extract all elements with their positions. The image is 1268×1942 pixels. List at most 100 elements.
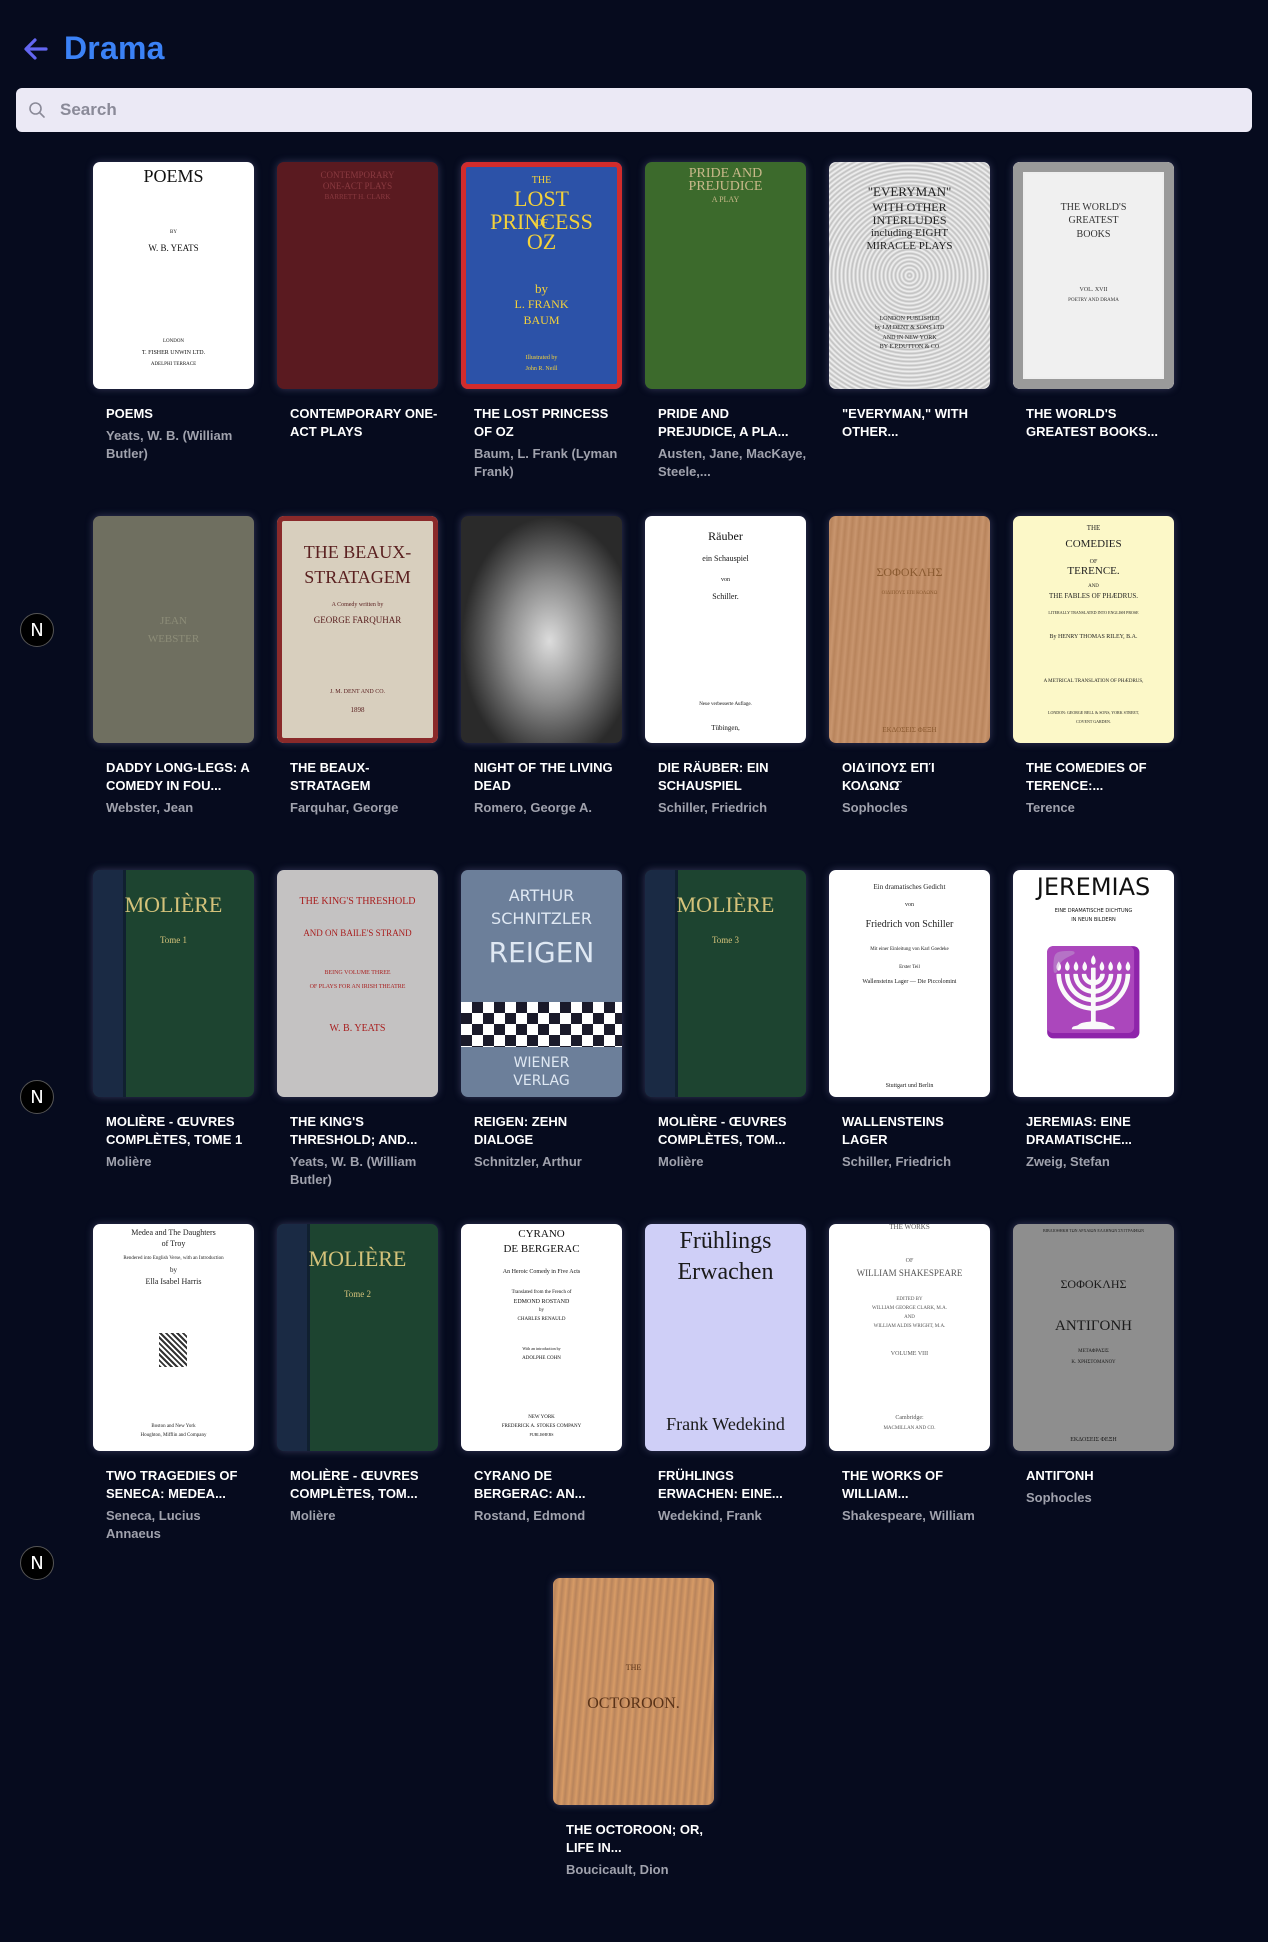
book-card[interactable]: ARTHUR SCHNITZLER REIGEN WIENER VERLAG REIGEN… (458, 870, 628, 1171)
book-card[interactable]: Räuber ein Schauspiel von Schiller. Neue ver… (642, 516, 812, 817)
search-bar[interactable] (16, 88, 1252, 132)
book-title: TWO TRAGEDIES OF SENECA: MEDEA... (106, 1468, 238, 1501)
book-card[interactable]: THE WORLD'S GREATEST BOOKS VOL. XVII POETRY … (1010, 162, 1180, 445)
book-card[interactable]: THE COMEDIES OF TERENCE. AND THE FABLES OF PH… (1010, 516, 1180, 817)
cover-text: THE KING'S THRESHOLD (299, 896, 416, 908)
cover-text: MACMILLAN AND CO. (883, 1426, 936, 1432)
book-author: Seneca, Lucius Annaeus (106, 1508, 201, 1541)
checker-pattern (461, 1001, 622, 1048)
book-card[interactable]: CONTEMPORARY ONE-ACT PLAYS BARRETT H. CLAR… (274, 162, 444, 445)
book-card[interactable]: JEAN WEBSTER DADDY LONG-LEGS: A COMEDY IN … (90, 516, 260, 817)
book-card[interactable]: PRIDE AND PREJUDICE A PLAY PRIDE AND PREJUD… (642, 162, 812, 481)
cover-text: WILLIAM SHAKESPEARE (856, 1268, 963, 1279)
book-card[interactable]: MOLIÈRE Tome 2 MOLIÈRE - ŒUVRES COMPLÈTES,… (274, 1224, 444, 1525)
cover-text: LITERALLY TRANSLATED INTO ENGLISH PROSE (1048, 610, 1139, 616)
book-card[interactable]: THE WORKS OF WILLIAM SHAKESPEARE EDITED BY W… (826, 1224, 996, 1525)
cover-text: Illustrated by (525, 354, 558, 361)
book-card[interactable]: THE LOST PRINCESS OF OZ by L. FRANK BAUM Illust… (458, 162, 628, 481)
cover-text: COMEDIES (1065, 537, 1122, 550)
book-card[interactable]: Frühlings Erwachen Frank Wedekind FRÜHLINGS… (642, 1224, 812, 1525)
book-card[interactable]: POEMS BY W. B. YEATS LONDON T. FISHER UNWIN … (90, 162, 260, 463)
book-card[interactable]: ΣΟΦΟΚΛΗΣ ΟΙΔΙΠΟΥΣ ΕΠΙ ΚΟΛΩΝΩ ΕΚΔΟΣΕΙΣ ΦΕΞΗ… (826, 516, 996, 817)
cover-text: WILLIAM GEORGE CLARK, M.A. (872, 1305, 947, 1311)
book-author: Molière (658, 1154, 704, 1169)
book-title: THE BEAUX-STRATAGEM (290, 760, 371, 793)
cover-text: DE BERGERAC (503, 1243, 580, 1256)
book-cover: MOLIÈRE Tome 1 (93, 870, 254, 1097)
book-card[interactable]: NIGHT OF THE LIVING DEAD Romero, George A… (458, 516, 628, 817)
book-author: Webster, Jean (106, 800, 194, 815)
book-title: CONTEMPORARY ONE-ACT PLAYS (290, 406, 438, 439)
cover-text: Schiller. (712, 592, 739, 602)
cover-text: ΒΙΒΛΙΟΘΗΚΗ ΤΩΝ ΑΡΧΑΙΩΝ ΕΛΛΗΝΩΝ ΣΥΓΓΡΑΦΕΩ… (1043, 1227, 1144, 1233)
book-card[interactable]: THE OCTOROON. THE OCTOROON; OR, LIFE IN...… (550, 1578, 720, 1879)
book-author: Shakespeare, William (842, 1508, 975, 1523)
book-card[interactable]: THE BEAUX- STRATAGEM A Comedy written by GE… (274, 516, 444, 817)
cover-text: ΣΟΦΟΚΛΗΣ (876, 564, 943, 579)
cover-text: WITH OTHER (872, 199, 947, 214)
n-badge-icon[interactable]: N (20, 613, 54, 647)
n-badge-icon[interactable]: N (20, 1546, 54, 1580)
cover-text: Mit einer Einleitung von Karl Goedeke (870, 947, 949, 953)
cover-text: THE (625, 1663, 642, 1673)
cover-text: by (535, 281, 548, 297)
cover-text: Tome 2 (343, 1288, 372, 1299)
cover-text: GEORGE FARQUHAR (313, 614, 402, 625)
book-card[interactable]: MOLIÈRE Tome 1 MOLIÈRE - ŒUVRES COMPLÈTES,… (90, 870, 260, 1171)
cover-text: ΑΝΤΙΓΟΝΗ (1055, 1318, 1132, 1335)
book-card[interactable]: CYRANO DE BERGERAC An Heroic Comedy in Fiv… (458, 1224, 628, 1525)
book-card[interactable]: Medea and The Daughters of Troy Rendered i… (90, 1224, 260, 1543)
cover-text: Räuber (708, 528, 743, 543)
book-cover: THE COMEDIES OF TERENCE. AND THE FABLES OF PH… (1013, 516, 1174, 743)
cover-text: Ein dramatisches Gedicht (873, 882, 946, 891)
cover-text: A Comedy written by (331, 602, 384, 609)
book-cover: THE BEAUX- STRATAGEM A Comedy written by GE… (277, 516, 438, 743)
cover-text: T. FISHER UNWIN LTD. (141, 350, 206, 357)
cover-text: INTERLUDES (872, 213, 947, 228)
book-card[interactable]: ΒΙΒΛΙΟΘΗΚΗ ΤΩΝ ΑΡΧΑΙΩΝ ΕΛΛΗΝΩΝ ΣΥΓΓΡΑΦΕΩ… (1010, 1224, 1180, 1507)
book-cover: THE OCTOROON. (553, 1578, 714, 1805)
cover-text: ΕΚΔΟΣΕΙΣ ΦΕΞΗ (1070, 1437, 1117, 1444)
book-title: REIGEN: ZEHN DIALOGE (474, 1114, 568, 1147)
book-title: THE WORKS OF WILLIAM... (842, 1468, 944, 1501)
book-title: THE OCTOROON; OR, LIFE IN... (566, 1822, 703, 1855)
cover-text: BY (170, 230, 177, 236)
cover-text: An Heroic Comedy in Five Acts (502, 1269, 581, 1276)
cover-text: Frühlings (679, 1227, 772, 1254)
cover-text: MIRACLE PLAYS (866, 240, 953, 253)
book-cover: CONTEMPORARY ONE-ACT PLAYS BARRETT H. CLAR… (277, 162, 438, 389)
book-cover: Medea and The Daughters of Troy Rendered i… (93, 1224, 254, 1451)
book-cover: THE WORLD'S GREATEST BOOKS VOL. XVII POETRY … (1013, 162, 1174, 389)
cover-text: REIGEN (488, 936, 595, 970)
cover-text: von (905, 901, 914, 908)
cover-text: J. M. DENT AND CO. (329, 688, 386, 695)
cover-text: Tome 1 (159, 934, 188, 945)
book-card[interactable]: THE KING'S THRESHOLD AND ON BAILE'S STRAN… (274, 870, 444, 1189)
cover-text: von (721, 577, 730, 584)
book-cover: MOLIÈRE Tome 2 (277, 1224, 438, 1451)
cover-text: including EIGHT (870, 226, 949, 239)
cover-text: BAUM (523, 313, 560, 328)
back-arrow-icon[interactable] (20, 33, 52, 65)
header: Drama (20, 30, 165, 67)
cover-text: CHARLES RENAULD (517, 1317, 566, 1323)
cover-text: AND (1088, 584, 1099, 590)
cover-text: W. B. YEATS (148, 242, 199, 253)
cover-text: Friedrich von Schiller (865, 918, 954, 930)
book-card[interactable]: 🕎 JEREMIAS EINE DRAMATISCHE DICHTUNG IN NEU… (1010, 870, 1180, 1171)
search-input[interactable] (58, 99, 1242, 121)
book-card[interactable]: Ein dramatisches Gedicht von Friedrich von… (826, 870, 996, 1171)
cover-text: THE WORKS (889, 1224, 930, 1231)
book-title: CYRANO DE BERGERAC: AN... (474, 1468, 586, 1501)
cover-text: ΟΙΔΙΠΟΥΣ ΕΠΙ ΚΟΛΩΝΩ (881, 590, 938, 596)
book-title: MOLIÈRE - ŒUVRES COMPLÈTES, TOM... (658, 1114, 787, 1147)
cover-text: "EVERYMAN" (867, 183, 952, 199)
publisher-emblem-icon (159, 1332, 187, 1367)
cover-text: Translated from the French of (511, 1289, 572, 1295)
n-badge-icon[interactable]: N (20, 1080, 54, 1114)
book-card[interactable]: MOLIÈRE Tome 3 MOLIÈRE - ŒUVRES COMPLÈTES,… (642, 870, 812, 1171)
cover-text: OF PLAYS FOR AN IRISH THEATRE (309, 983, 406, 990)
book-card[interactable]: "EVERYMAN" WITH OTHER INTERLUDES including … (826, 162, 996, 445)
book-author: Rostand, Edmond (474, 1508, 586, 1523)
book-cover (461, 516, 622, 743)
